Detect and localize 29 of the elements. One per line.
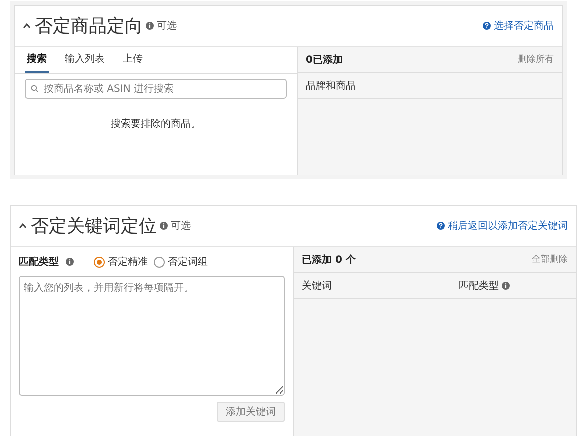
optional-label: 可选 [171, 220, 191, 233]
help-icon [437, 222, 445, 230]
collapse-caret-icon[interactable] [23, 23, 31, 29]
tab[interactable]: 搜索 [25, 47, 49, 73]
empty-message: 搜索要排除的商品。 [110, 118, 202, 131]
added-count: 已添加 0 个 [302, 254, 356, 266]
column-header: 匹配类型 [459, 280, 499, 292]
add-keywords-button[interactable]: 添加关键词 [217, 402, 285, 422]
collapse-caret-icon[interactable] [19, 223, 27, 229]
help-icon [483, 22, 491, 30]
help-link[interactable]: 选择否定商品 [483, 19, 554, 33]
match-type-label: 匹配类型 [19, 256, 59, 269]
section-title: 否定商品定向 [35, 15, 143, 38]
info-icon [160, 222, 168, 230]
tab[interactable]: 输入列表 [63, 47, 107, 73]
info-icon [502, 282, 510, 290]
help-link[interactable]: 稍后返回以添加否定关键词 [437, 219, 568, 233]
optional-label: 可选 [157, 20, 177, 33]
info-icon [66, 258, 74, 266]
tab[interactable]: 上传 [121, 47, 145, 73]
keyword-input-field[interactable]: 输入您的列表，并用新行将每项隔开。 [19, 276, 285, 396]
radio-option[interactable]: 否定精准 [94, 255, 148, 269]
added-count: 0已添加 [306, 54, 343, 66]
search-field[interactable]: 按商品名称或 ASIN 进行搜索 [25, 79, 287, 99]
section-title: 否定关键词定位 [31, 215, 157, 238]
radio-option[interactable]: 否定词组 [154, 255, 208, 269]
column-header: 关键词 [302, 280, 332, 292]
column-header: 品牌和商品 [306, 80, 356, 92]
info-icon [146, 22, 154, 30]
